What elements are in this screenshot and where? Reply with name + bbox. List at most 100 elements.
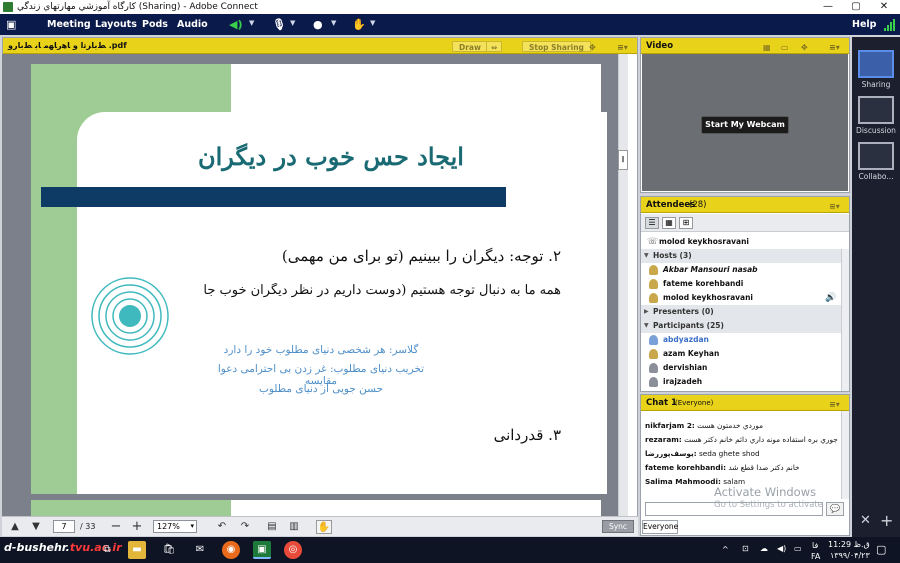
slide-point-2: ۲. توجه: دیگران را ببینیم (تو برای من مه… <box>281 247 561 265</box>
previous-page-icon[interactable]: ▲ <box>7 520 23 534</box>
menubar: ▣ Meeting Layouts Pods Audio ◀) ▼ 🎙 ▼ ● … <box>0 14 900 35</box>
layout-collaboration-label[interactable]: Collabo... <box>852 172 900 181</box>
attendee-row[interactable]: irajzadeh <box>641 375 841 389</box>
attendee-row[interactable]: fateme korehbandi <box>641 277 841 291</box>
list-view-icon[interactable]: ☰ <box>645 217 659 229</box>
menu-pods[interactable]: Pods <box>142 14 168 35</box>
start-webcam-button[interactable]: Start My Webcam <box>701 116 789 134</box>
clock-date[interactable]: ۱۳۹۹/۰۴/۲۳ <box>830 551 870 560</box>
speaker-icon[interactable]: ◀) <box>229 17 243 32</box>
chat-tab-everyone[interactable]: Everyone <box>642 520 678 534</box>
participant-icon <box>649 335 658 345</box>
participant-icon <box>649 363 658 373</box>
chat-scrollbar[interactable] <box>841 411 849 499</box>
language-code[interactable]: FA <box>811 552 820 561</box>
share-pod-title: ﻂ‌ﺑﺎﺮﺗ‌ا و ﺎﻫﺭﺎﻬﻣ ﺎﺑ ﻂ‌ﺑﺎﺭﻭ ‌‌‌‌.pdf <box>8 41 127 50</box>
attendee-row[interactable]: abdyazdan <box>641 333 841 347</box>
group-view-icon[interactable]: ▦ <box>662 217 676 229</box>
webcam-dropdown-icon[interactable]: ▼ <box>331 19 336 27</box>
stop-sharing-button[interactable]: Stop Sharing <box>522 41 591 52</box>
chat-message: fateme korehbandi: خانم دكتر صدا قطع شد <box>645 463 800 472</box>
video-pod-header: Video ▦ ▭ ✥ ≡▾ <box>641 38 849 54</box>
layout-sharing-label[interactable]: Sharing <box>852 80 900 89</box>
rotate-left-icon[interactable]: ↶ <box>215 520 229 534</box>
slide-list-item: حسن جویی از دنیای مطلوب <box>259 383 383 395</box>
rotate-right-icon[interactable]: ↷ <box>238 520 252 534</box>
adobe-connect-taskbar-icon[interactable]: ▣ <box>253 541 271 559</box>
file-explorer-icon[interactable]: ▬ <box>128 541 146 559</box>
battery-icon[interactable]: ▭ <box>794 544 802 553</box>
microphone-dropdown-icon[interactable]: ▼ <box>290 19 295 27</box>
firefox-icon[interactable]: ◉ <box>222 541 240 559</box>
volume-icon[interactable]: ◀) <box>777 544 786 553</box>
concentric-circles-graphic <box>91 277 169 355</box>
menu-meeting[interactable]: Meeting <box>47 14 91 35</box>
draw-button[interactable]: Draw <box>452 41 488 52</box>
tray-chevron-icon[interactable]: ^ <box>722 545 729 554</box>
multi-page-icon[interactable]: ▥ <box>287 520 301 534</box>
close-layout-icon[interactable]: ✕ <box>860 513 871 528</box>
hosts-header[interactable]: ▼ Hosts (3) <box>641 249 841 263</box>
chrome-icon[interactable]: ◎ <box>284 541 302 559</box>
slide-point-2-sub: همه ما به دنبال توجه هستیم (دوست داریم د… <box>203 283 561 298</box>
maximize-button[interactable]: ▢ <box>842 0 870 14</box>
taskview-icon[interactable]: ⧉ <box>98 541 116 559</box>
document-scrollbar[interactable] <box>618 54 628 516</box>
layout-discussion-thumb[interactable] <box>858 96 894 124</box>
fit-icon[interactable]: ⇔ <box>486 41 503 52</box>
raise-hand-icon[interactable]: ✋ <box>352 17 366 32</box>
microphone-icon[interactable]: 🎙 <box>272 17 286 32</box>
mail-icon[interactable]: ✉ <box>191 541 209 559</box>
menu-help[interactable]: Help <box>852 14 876 35</box>
sync-button[interactable]: Sync <box>602 520 634 533</box>
status-dropdown-icon[interactable]: ▼ <box>370 19 375 27</box>
speaking-icon: 🔊 <box>825 293 837 303</box>
presenters-header[interactable]: ▶ Presenters (0) <box>641 305 841 319</box>
activate-windows-subtitle: Go to Settings to activate <box>714 500 823 510</box>
cloud-icon[interactable]: ☁ <box>760 544 768 553</box>
minimize-button[interactable]: — <box>814 0 842 14</box>
speaker-dropdown-icon[interactable]: ▼ <box>249 19 254 27</box>
pod-options-icon[interactable]: ≡▾ <box>829 199 840 215</box>
notification-icon[interactable]: ▢ <box>876 543 886 556</box>
menu-audio[interactable]: Audio <box>177 14 208 35</box>
zoom-select[interactable]: 127% ▾ <box>153 520 197 533</box>
slide-list-item: گلاسر: هر شخصی دنیای مطلوب خود را دارد <box>223 344 419 356</box>
close-button[interactable]: ✕ <box>870 0 898 14</box>
chat-message: يوسف‌پور‌رضا: seda ghete shod <box>645 449 760 458</box>
add-layout-icon[interactable]: + <box>880 511 893 530</box>
document-scroll-thumb[interactable]: ‖ <box>618 150 628 170</box>
attendees-pod-header: Attendees (28) ≡▾ <box>641 197 849 213</box>
zoom-out-icon[interactable]: − <box>109 520 123 534</box>
connection-signal-icon <box>884 19 897 31</box>
chat-send-icon[interactable]: 💬 <box>826 502 844 516</box>
attendee-row[interactable]: molod keykhosravani 🔊 <box>641 291 841 305</box>
attendees-scrollbar[interactable] <box>841 249 849 391</box>
page-number-input[interactable]: 7 <box>53 520 75 533</box>
attendee-row[interactable]: Akbar Mansouri nasab <box>641 263 841 277</box>
menu-layouts[interactable]: Layouts <box>95 14 137 35</box>
layout-discussion-label[interactable]: Discussion <box>852 126 900 135</box>
participant-icon <box>649 349 658 359</box>
network-icon[interactable]: ⊡ <box>742 544 749 553</box>
meeting-logo-icon[interactable]: ▣ <box>6 14 26 35</box>
attendee-row[interactable]: azam Keyhan <box>641 347 841 361</box>
layout-collaboration-thumb[interactable] <box>858 142 894 170</box>
next-page-icon[interactable]: ▼ <box>28 520 44 534</box>
participants-header[interactable]: ▼ Participants (25) <box>641 319 841 333</box>
current-user-row[interactable]: ☏ molod keykhosravani <box>641 235 841 249</box>
clock-time[interactable]: 11:29 ق.ظ <box>828 540 870 549</box>
attendees-toolbar: ☰ ▦ ⊞ <box>641 214 849 232</box>
status-view-icon[interactable]: ⊞ <box>679 217 693 229</box>
attendee-row[interactable]: dervishian <box>641 361 841 375</box>
pointer-tool-icon[interactable]: ✋ <box>316 520 332 534</box>
single-page-icon[interactable]: ▤ <box>265 520 279 534</box>
share-pod-header: ﻂ‌ﺑﺎﺮﺗ‌ا و ﺎﻫﺭﺎﻬﻣ ﺎﺑ ﻂ‌ﺑﺎﺭﻭ ‌‌‌‌.pdf Dra… <box>3 38 637 54</box>
layout-sharing-thumb[interactable] <box>858 50 894 78</box>
language-indicator[interactable]: فا <box>812 541 818 550</box>
zoom-in-icon[interactable]: + <box>130 520 144 534</box>
webcam-icon[interactable]: ● <box>313 17 323 32</box>
chat-pod-title: Chat 1 <box>646 398 677 408</box>
pod-options-icon[interactable]: ≡▾ <box>829 397 840 413</box>
store-icon[interactable]: 🛍 <box>160 541 178 559</box>
